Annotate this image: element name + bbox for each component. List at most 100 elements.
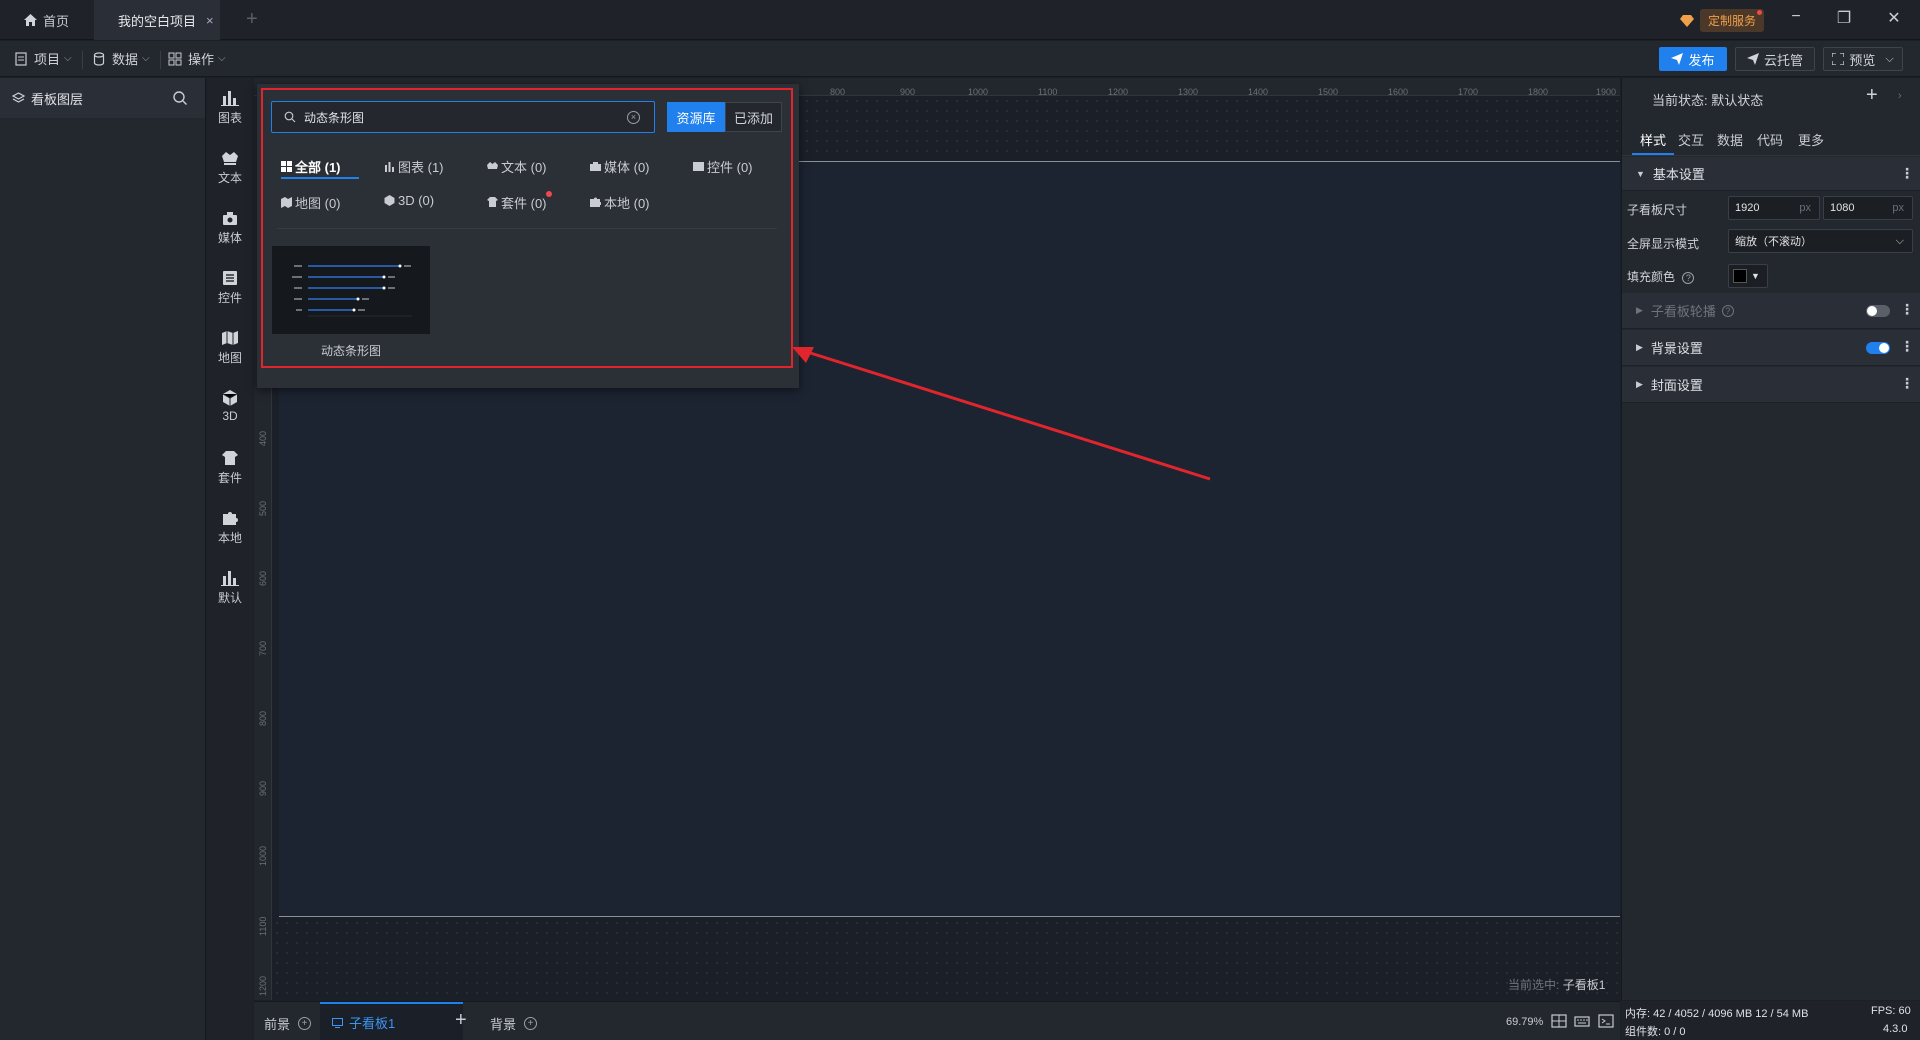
comp-local[interactable]: 本地 (207, 510, 253, 546)
menu-operation[interactable]: 操作 ⌵ (168, 49, 226, 68)
category-control[interactable]: 控件 (0) (693, 157, 753, 176)
default-chart-icon (221, 571, 239, 586)
height-value: 1080 (1830, 202, 1855, 214)
tab-background[interactable]: 背景 + (490, 1014, 538, 1033)
search-box[interactable]: × (271, 101, 655, 133)
comp-3d[interactable]: 3D (207, 390, 253, 423)
fill-color-picker[interactable]: ▼ (1728, 264, 1768, 288)
caret-right-icon: ▶ (1636, 342, 1643, 352)
canvas-dot-grid (272, 918, 1620, 1000)
help-icon[interactable]: ? (1682, 272, 1695, 284)
category-chart[interactable]: 图表 (1) (384, 157, 444, 176)
ruler-tick: 1400 (1248, 87, 1269, 97)
add-tab-button[interactable]: + (246, 8, 258, 31)
tab-project[interactable]: 我的空白项目 × (94, 0, 220, 40)
fullscreen-select[interactable]: 缩放（不滚动） ⌵ (1728, 229, 1913, 253)
menu-data-label: 数据 (112, 52, 139, 67)
add-state-button[interactable]: + (1866, 84, 1878, 107)
ruler-tick: 1100 (1038, 87, 1058, 97)
restore-button[interactable]: ❐ (1832, 8, 1856, 28)
database-icon (93, 51, 105, 66)
window-close-button[interactable]: ✕ (1882, 8, 1906, 28)
tab-foreground[interactable]: 前景 + (264, 1014, 312, 1033)
category-3d[interactable]: 3D (0) (384, 193, 434, 208)
section-basic-label: 基本设置 (1652, 167, 1705, 182)
category-kit[interactable]: 套件 (0) (487, 193, 547, 212)
cloud-host-button[interactable]: 云托管 (1735, 47, 1815, 71)
kit-icon (487, 197, 498, 207)
more-vertical-icon[interactable]: ⋮ (1900, 165, 1914, 182)
comp-3d-label: 3D (222, 409, 238, 423)
category-all[interactable]: 全部 (1) (281, 157, 341, 176)
width-input[interactable]: 1920 px (1728, 196, 1820, 220)
tab-style[interactable]: 样式 (1640, 130, 1666, 149)
height-input[interactable]: 1080 px (1823, 196, 1913, 220)
publish-label: 发布 (1688, 52, 1715, 68)
preview-button[interactable]: 预览 ⌵ (1823, 47, 1903, 71)
zoom-level[interactable]: 69.79% (1506, 1016, 1543, 1028)
minimize-button[interactable]: − (1784, 8, 1808, 26)
fit-screen-icon[interactable] (1551, 1014, 1567, 1028)
category-local[interactable]: 本地 (0) (590, 193, 650, 212)
section-carousel-label: 子看板轮播 (1650, 304, 1716, 319)
chevron-down-icon[interactable]: ⌵ (1885, 53, 1893, 66)
category-text[interactable]: 文本 (0) (487, 157, 547, 176)
section-basic[interactable]: ▼ 基本设置 ⋮ (1622, 157, 1920, 191)
tab-code[interactable]: 代码 (1757, 130, 1783, 149)
comp-media[interactable]: 媒体 (207, 210, 253, 246)
grid-icon (281, 161, 292, 172)
menu-data[interactable]: 数据 ⌵ (92, 49, 150, 68)
add-circle-icon[interactable]: + (524, 1017, 538, 1030)
comp-control[interactable]: 控件 (207, 270, 253, 306)
add-circle-icon[interactable]: + (298, 1017, 312, 1030)
close-icon[interactable]: × (206, 13, 214, 28)
puzzle-icon (223, 512, 238, 525)
category-text-label: 文本 (0) (501, 160, 547, 175)
category-chart-label: 图表 (1) (398, 160, 444, 175)
tab-home[interactable]: 首页 (0, 0, 94, 40)
result-thumbnail[interactable] (272, 246, 430, 334)
tab-sub-board[interactable]: 子看板1 (320, 1002, 464, 1040)
menu-project[interactable]: 项目 ⌵ (14, 49, 72, 68)
clear-icon[interactable]: × (627, 111, 640, 124)
carousel-toggle[interactable] (1866, 305, 1890, 317)
ruler-tick: 900 (258, 780, 268, 796)
publish-button[interactable]: 发布 (1659, 47, 1727, 71)
comp-map[interactable]: 地图 (207, 330, 253, 366)
section-background-label: 背景设置 (1650, 341, 1703, 356)
custom-service-button[interactable]: 定制服务 (1680, 9, 1765, 32)
terminal-icon[interactable] (1598, 1014, 1614, 1028)
comp-default[interactable]: 默认 (207, 570, 253, 606)
more-vertical-icon[interactable]: ⋮ (1900, 301, 1914, 318)
add-board-button[interactable]: + (455, 1009, 467, 1032)
chevron-down-icon: ⌵ (64, 53, 72, 64)
section-background[interactable]: ▶ 背景设置 ⋮ (1622, 330, 1920, 366)
tab-data[interactable]: 数据 (1717, 130, 1743, 149)
more-vertical-icon[interactable]: ⋮ (1900, 375, 1914, 392)
cube-icon (222, 390, 238, 406)
tab-added[interactable]: 已添加 (725, 102, 782, 132)
category-media[interactable]: 媒体 (0) (590, 157, 650, 176)
section-cover[interactable]: ▶ 封面设置 ⋮ (1622, 367, 1920, 403)
background-toggle[interactable] (1866, 342, 1890, 354)
tab-more[interactable]: 更多 (1798, 130, 1824, 149)
section-carousel[interactable]: ▶ 子看板轮播 ? ⋮ (1622, 293, 1920, 329)
tab-library[interactable]: 资源库 (667, 102, 725, 132)
comp-text[interactable]: 文本 (207, 150, 253, 186)
ruler-tick: 1200 (258, 975, 268, 996)
keyboard-icon[interactable] (1574, 1014, 1590, 1028)
tab-interaction[interactable]: 交互 (1678, 130, 1704, 149)
comp-kit[interactable]: 套件 (207, 450, 253, 486)
chevron-right-icon[interactable]: › (1898, 90, 1902, 102)
more-vertical-icon[interactable]: ⋮ (1900, 338, 1914, 355)
memory-status: 内存: 42 / 4052 / 4096 MB 12 / 54 MB (1625, 1008, 1809, 1020)
category-map[interactable]: 地图 (0) (281, 193, 341, 212)
category-control-label: 控件 (0) (707, 160, 753, 175)
height-unit: px (1892, 202, 1904, 214)
search-icon[interactable] (172, 90, 188, 106)
map-icon (281, 197, 292, 208)
search-input[interactable] (304, 110, 604, 124)
help-icon[interactable]: ? (1721, 304, 1734, 317)
comp-chart[interactable]: 图表 (207, 90, 253, 126)
ruler-tick: 1000 (968, 87, 989, 97)
